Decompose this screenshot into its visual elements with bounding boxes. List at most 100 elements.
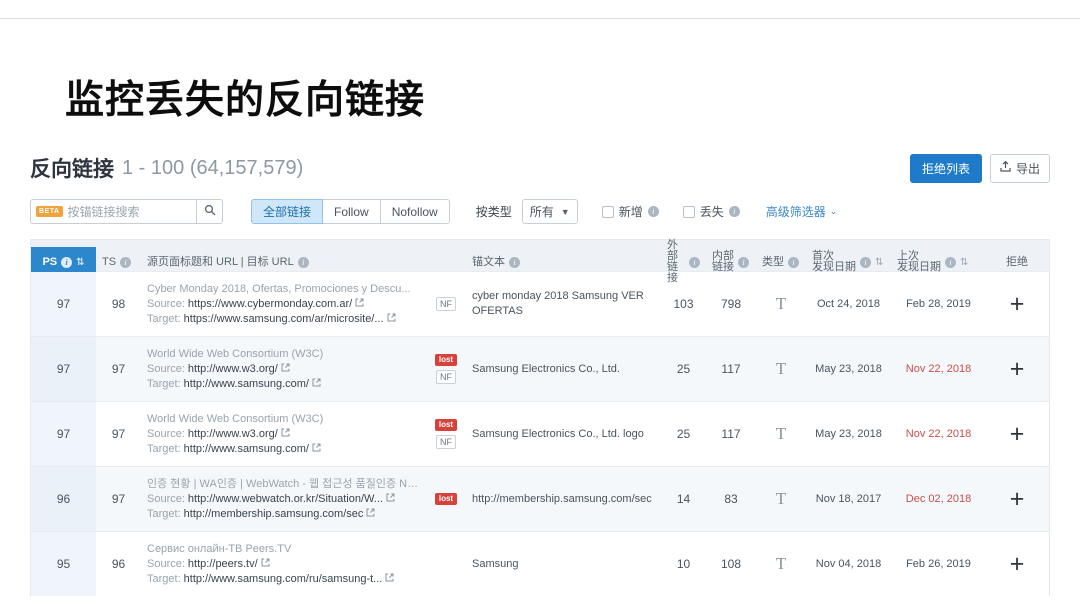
link-type-text-icon: T bbox=[775, 554, 787, 573]
info-icon: i bbox=[647, 206, 659, 217]
target-url-link[interactable]: https://www.samsung.com/ar/microsite/... bbox=[184, 312, 384, 327]
target-url-link[interactable]: http://www.samsung.com/ bbox=[184, 377, 309, 392]
search-button[interactable] bbox=[197, 199, 223, 224]
link-type-segmented-control: 全部链接 Follow Nofollow bbox=[251, 199, 450, 224]
disavow-add-button[interactable]: + bbox=[986, 357, 1048, 382]
first-seen-date: May 23, 2018 bbox=[815, 428, 882, 440]
type-select[interactable]: 所有 ▼ bbox=[521, 199, 578, 224]
source-url-link[interactable]: https://www.cybermonday.com.ar/ bbox=[188, 297, 352, 312]
external-link-icon[interactable] bbox=[281, 362, 290, 377]
first-seen-date: Oct 24, 2018 bbox=[817, 298, 880, 310]
table-row[interactable]: 97 98 Cyber Monday 2018, Ofertas, Promoc… bbox=[31, 271, 1049, 336]
column-header-first-seen[interactable]: 首次 发现日期 i ⇅ bbox=[806, 251, 891, 273]
info-icon: i bbox=[945, 256, 956, 268]
sort-icon[interactable]: ⇅ bbox=[76, 257, 84, 268]
page-score-value: 97 bbox=[31, 272, 96, 336]
table-row[interactable]: 97 97 World Wide Web Consortium (W3C) So… bbox=[31, 401, 1049, 466]
type-filter-label: 按类型 bbox=[475, 205, 512, 219]
target-url-link[interactable]: http://www.samsung.com/ bbox=[184, 442, 309, 457]
column-header-type: 类型 i bbox=[756, 256, 806, 268]
slide-title: 监控丢失的反向链接 bbox=[65, 79, 426, 122]
external-link-icon[interactable] bbox=[386, 492, 395, 507]
page-score-value: 95 bbox=[31, 532, 96, 596]
table-row[interactable]: 95 96 Сервис онлайн-ТВ Peers.TV Source: … bbox=[31, 531, 1049, 596]
target-label: Target: bbox=[147, 572, 181, 585]
source-target-cell: Cyber Monday 2018, Ofertas, Promociones … bbox=[141, 282, 426, 327]
column-header-last-seen[interactable]: 上次 发现日期 i ⇅ bbox=[891, 251, 986, 273]
trust-score-value: 97 bbox=[111, 362, 126, 376]
last-seen-date: Dec 02, 2018 bbox=[905, 493, 972, 505]
disavow-add-button[interactable]: + bbox=[986, 487, 1048, 512]
disavow-add-button[interactable]: + bbox=[986, 422, 1048, 447]
last-seen-date: Feb 26, 2019 bbox=[906, 558, 971, 570]
column-header-ts: TS i bbox=[96, 256, 141, 268]
source-target-cell: World Wide Web Consortium (W3C) Source: … bbox=[141, 412, 426, 457]
segment-nofollow[interactable]: Nofollow bbox=[379, 199, 450, 224]
external-link-icon[interactable] bbox=[312, 377, 321, 392]
nofollow-badge: NF bbox=[436, 370, 456, 384]
sort-icon[interactable]: ⇅ bbox=[960, 257, 968, 268]
table-row[interactable]: 96 97 인증 현황 | WA인증 | WebWatch - 웹 접근성 품질… bbox=[31, 466, 1049, 531]
badge-cell: lost NF bbox=[426, 354, 466, 384]
lost-badge: lost bbox=[434, 493, 458, 505]
lost-links-filter[interactable]: 丢失 i bbox=[682, 203, 740, 220]
segment-follow[interactable]: Follow bbox=[322, 199, 381, 224]
external-link-icon[interactable] bbox=[355, 297, 364, 312]
anchor-text: Samsung Electronics Co., Ltd. logo bbox=[472, 427, 644, 440]
internal-links-count: 108 bbox=[720, 557, 742, 571]
export-button[interactable]: 导出 bbox=[989, 153, 1050, 183]
target-url-link[interactable]: http://www.samsung.com/ru/samsung-t... bbox=[184, 572, 383, 587]
last-seen-date: Nov 22, 2018 bbox=[905, 428, 972, 440]
external-link-icon[interactable] bbox=[387, 312, 396, 327]
first-seen-date: May 23, 2018 bbox=[815, 363, 882, 375]
beta-badge: BETA bbox=[36, 206, 63, 217]
external-links-count: 10 bbox=[676, 557, 691, 571]
table-header-row: PS i ⇅ TS i 源页面标题和 URL | 目标 URL i 锚文本 i … bbox=[31, 240, 1049, 284]
internal-links-count: 117 bbox=[721, 362, 741, 376]
anchor-search-input[interactable] bbox=[67, 204, 191, 219]
disavow-add-button[interactable]: + bbox=[986, 292, 1048, 317]
internal-links-count: 117 bbox=[721, 427, 741, 441]
external-link-icon[interactable] bbox=[366, 507, 375, 522]
lost-links-checkbox[interactable] bbox=[682, 205, 695, 218]
target-url-link[interactable]: http://membership.samsung.com/sec bbox=[184, 507, 364, 522]
anchor-text: cyber monday 2018 Samsung VER OFERTAS bbox=[472, 290, 644, 317]
source-page-title: Cyber Monday 2018, Ofertas, Promociones … bbox=[147, 282, 411, 295]
new-links-filter[interactable]: 新增 i bbox=[601, 203, 659, 220]
anchor-text: Samsung bbox=[472, 557, 519, 570]
page-score-value: 97 bbox=[31, 402, 96, 466]
advanced-filters-link[interactable]: 高级筛选器 ⌄ bbox=[766, 203, 838, 220]
source-url-link[interactable]: http://www.w3.org/ bbox=[188, 427, 278, 442]
source-url-link[interactable]: http://peers.tv/ bbox=[188, 557, 258, 572]
table-row[interactable]: 97 97 World Wide Web Consortium (W3C) So… bbox=[31, 336, 1049, 401]
target-label: Target: bbox=[147, 507, 181, 520]
advanced-filters-label: 高级筛选器 bbox=[765, 205, 826, 219]
badge-cell: lost NF bbox=[426, 419, 466, 449]
trust-score-value: 97 bbox=[111, 427, 126, 441]
source-page-title: World Wide Web Consortium (W3C) bbox=[147, 347, 324, 360]
source-url-link[interactable]: http://www.webwatch.or.kr/Situation/W... bbox=[188, 492, 383, 507]
link-type-text-icon: T bbox=[775, 424, 787, 443]
sort-icon[interactable]: ⇅ bbox=[875, 257, 883, 268]
anchor-search-box[interactable]: BETA bbox=[30, 199, 197, 224]
source-url-link[interactable]: http://www.w3.org/ bbox=[188, 362, 278, 377]
last-seen-date: Feb 28, 2019 bbox=[906, 298, 971, 310]
info-icon: i bbox=[689, 256, 700, 268]
export-icon bbox=[1000, 160, 1011, 175]
target-label: Target: bbox=[147, 442, 181, 455]
segment-all-links[interactable]: 全部链接 bbox=[251, 199, 324, 224]
external-link-icon[interactable] bbox=[312, 442, 321, 457]
external-link-icon[interactable] bbox=[261, 557, 270, 572]
filters-toolbar: BETA 全部链接 Follow Nofollow 按类型 所有 ▼ 新增 i … bbox=[30, 199, 1050, 224]
disavow-add-button[interactable]: + bbox=[986, 552, 1048, 577]
lost-badge: lost bbox=[434, 419, 458, 431]
slide-top-rule bbox=[0, 18, 1080, 19]
new-links-checkbox[interactable] bbox=[601, 205, 614, 218]
link-type-text-icon: T bbox=[775, 294, 787, 313]
new-links-label: 新增 bbox=[618, 205, 643, 219]
external-links-count: 14 bbox=[676, 492, 691, 506]
external-link-icon[interactable] bbox=[385, 572, 394, 587]
external-link-icon[interactable] bbox=[281, 427, 290, 442]
chevron-down-icon: ⌄ bbox=[829, 206, 838, 216]
disavow-list-button[interactable]: 拒绝列表 bbox=[909, 153, 982, 183]
